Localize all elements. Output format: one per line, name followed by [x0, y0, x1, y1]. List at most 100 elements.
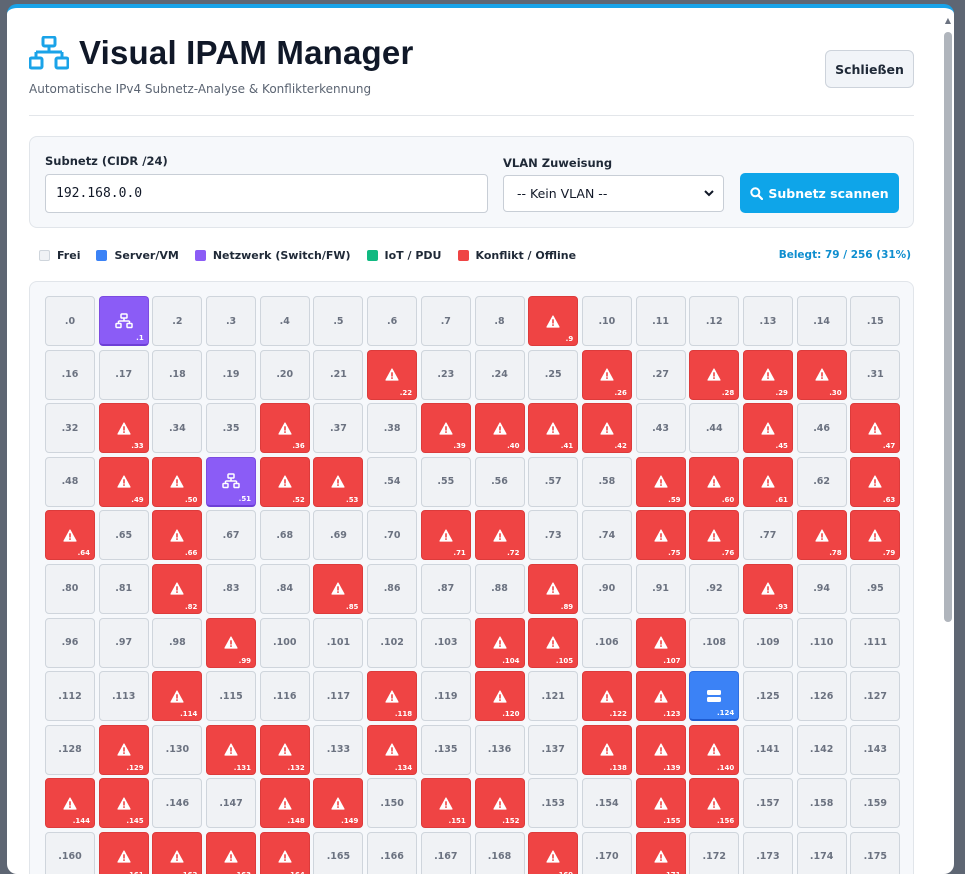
ip-cell-conflict[interactable]: .120 [474, 671, 525, 722]
ip-cell-free[interactable]: .32 [45, 403, 95, 454]
ip-cell-free[interactable]: .23 [420, 349, 471, 400]
ip-cell-free[interactable]: .68 [259, 510, 310, 561]
ip-cell-free[interactable]: .133 [313, 724, 364, 775]
ip-cell-free[interactable]: .154 [581, 778, 632, 829]
ip-cell-free[interactable]: .172 [689, 831, 740, 874]
ip-cell-free[interactable]: .101 [313, 617, 364, 668]
ip-cell-free[interactable]: .83 [206, 563, 257, 614]
ip-cell-free[interactable]: .6 [367, 296, 418, 346]
ip-cell-free[interactable]: .175 [850, 831, 901, 874]
ip-cell-free[interactable]: .143 [850, 724, 901, 775]
ip-cell-free[interactable]: .8 [474, 296, 525, 346]
ip-cell-conflict[interactable]: .82 [152, 563, 203, 614]
ip-cell-conflict[interactable]: .89 [528, 563, 579, 614]
ip-cell-conflict[interactable]: .52 [259, 456, 310, 507]
ip-cell-free[interactable]: .2 [152, 296, 203, 346]
ip-cell-free[interactable]: .12 [689, 296, 740, 346]
ip-cell-free[interactable]: .91 [635, 563, 686, 614]
ip-cell-free[interactable]: .110 [796, 617, 847, 668]
ip-cell-conflict[interactable]: .122 [581, 671, 632, 722]
ip-cell-free[interactable]: .67 [206, 510, 257, 561]
ip-cell-conflict[interactable]: .66 [152, 510, 203, 561]
ip-cell-free[interactable]: .106 [581, 617, 632, 668]
ip-cell-free[interactable]: .117 [313, 671, 364, 722]
ip-cell-conflict[interactable]: .72 [474, 510, 525, 561]
ip-cell-free[interactable]: .86 [367, 563, 418, 614]
ip-cell-free[interactable]: .7 [420, 296, 471, 346]
ip-cell-conflict[interactable]: .161 [98, 831, 149, 874]
ip-cell-free[interactable]: .57 [528, 456, 579, 507]
ip-cell-conflict[interactable]: .85 [313, 563, 364, 614]
ip-cell-conflict[interactable]: .59 [635, 456, 686, 507]
ip-cell-free[interactable]: .44 [689, 403, 740, 454]
ip-cell-free[interactable]: .65 [98, 510, 149, 561]
ip-cell-network[interactable]: .51 [206, 456, 257, 507]
ip-cell-free[interactable]: .18 [152, 349, 203, 400]
ip-cell-conflict[interactable]: .33 [98, 403, 149, 454]
ip-cell-free[interactable]: .35 [206, 403, 257, 454]
ip-cell-free[interactable]: .15 [850, 296, 901, 346]
ip-cell-free[interactable]: .95 [850, 563, 901, 614]
ip-cell-free[interactable]: .37 [313, 403, 364, 454]
ip-cell-free[interactable]: .43 [635, 403, 686, 454]
ip-cell-free[interactable]: .97 [98, 617, 149, 668]
ip-cell-free[interactable]: .81 [98, 563, 149, 614]
ip-cell-free[interactable]: .56 [474, 456, 525, 507]
ip-cell-free[interactable]: .125 [742, 671, 793, 722]
ip-cell-conflict[interactable]: .30 [796, 349, 847, 400]
ip-cell-conflict[interactable]: .148 [259, 778, 310, 829]
ip-cell-conflict[interactable]: .9 [528, 296, 579, 346]
ip-cell-conflict[interactable]: .39 [420, 403, 471, 454]
ip-cell-free[interactable]: .113 [98, 671, 149, 722]
ip-cell-free[interactable]: .58 [581, 456, 632, 507]
ip-cell-conflict[interactable]: .99 [206, 617, 257, 668]
ip-cell-conflict[interactable]: .140 [689, 724, 740, 775]
ip-cell-free[interactable]: .20 [259, 349, 310, 400]
ip-cell-free[interactable]: .34 [152, 403, 203, 454]
ip-cell-free[interactable]: .88 [474, 563, 525, 614]
ip-cell-free[interactable]: .141 [742, 724, 793, 775]
ip-cell-free[interactable]: .174 [796, 831, 847, 874]
ip-cell-free[interactable]: .38 [367, 403, 418, 454]
ip-cell-free[interactable]: .119 [420, 671, 471, 722]
ip-cell-conflict[interactable]: .75 [635, 510, 686, 561]
ip-cell-server[interactable]: .124 [689, 671, 740, 722]
ip-cell-network[interactable]: .1 [98, 296, 149, 346]
ip-cell-conflict[interactable]: .49 [98, 456, 149, 507]
ip-cell-conflict[interactable]: .164 [259, 831, 310, 874]
ip-cell-conflict[interactable]: .45 [742, 403, 793, 454]
ip-cell-free[interactable]: .10 [581, 296, 632, 346]
ip-cell-free[interactable]: .74 [581, 510, 632, 561]
ip-cell-free[interactable]: .96 [45, 617, 95, 668]
ip-cell-free[interactable]: .98 [152, 617, 203, 668]
ip-cell-conflict[interactable]: .41 [528, 403, 579, 454]
ip-cell-free[interactable]: .103 [420, 617, 471, 668]
ip-cell-free[interactable]: .146 [152, 778, 203, 829]
ip-cell-free[interactable]: .137 [528, 724, 579, 775]
ip-cell-free[interactable]: .167 [420, 831, 471, 874]
ip-cell-conflict[interactable]: .53 [313, 456, 364, 507]
ip-cell-free[interactable]: .135 [420, 724, 471, 775]
ip-cell-conflict[interactable]: .132 [259, 724, 310, 775]
scan-subnet-button[interactable]: Subnetz scannen [740, 173, 899, 213]
ip-cell-conflict[interactable]: .22 [367, 349, 418, 400]
ip-cell-free[interactable]: .70 [367, 510, 418, 561]
ip-cell-free[interactable]: .158 [796, 778, 847, 829]
ip-cell-free[interactable]: .3 [206, 296, 257, 346]
ip-cell-conflict[interactable]: .28 [689, 349, 740, 400]
ip-cell-conflict[interactable]: .36 [259, 403, 310, 454]
ip-cell-conflict[interactable]: .50 [152, 456, 203, 507]
ip-cell-conflict[interactable]: .93 [742, 563, 793, 614]
ip-cell-free[interactable]: .109 [742, 617, 793, 668]
ip-cell-conflict[interactable]: .61 [742, 456, 793, 507]
ip-cell-conflict[interactable]: .155 [635, 778, 686, 829]
ip-cell-free[interactable]: .160 [45, 831, 95, 874]
ip-cell-conflict[interactable]: .63 [850, 456, 901, 507]
ip-cell-conflict[interactable]: .40 [474, 403, 525, 454]
scroll-up-arrow-icon[interactable]: ▲ [944, 16, 952, 26]
ip-cell-free[interactable]: .46 [796, 403, 847, 454]
ip-cell-free[interactable]: .147 [206, 778, 257, 829]
ip-cell-free[interactable]: .150 [367, 778, 418, 829]
ip-cell-free[interactable]: .128 [45, 724, 95, 775]
ip-cell-free[interactable]: .69 [313, 510, 364, 561]
